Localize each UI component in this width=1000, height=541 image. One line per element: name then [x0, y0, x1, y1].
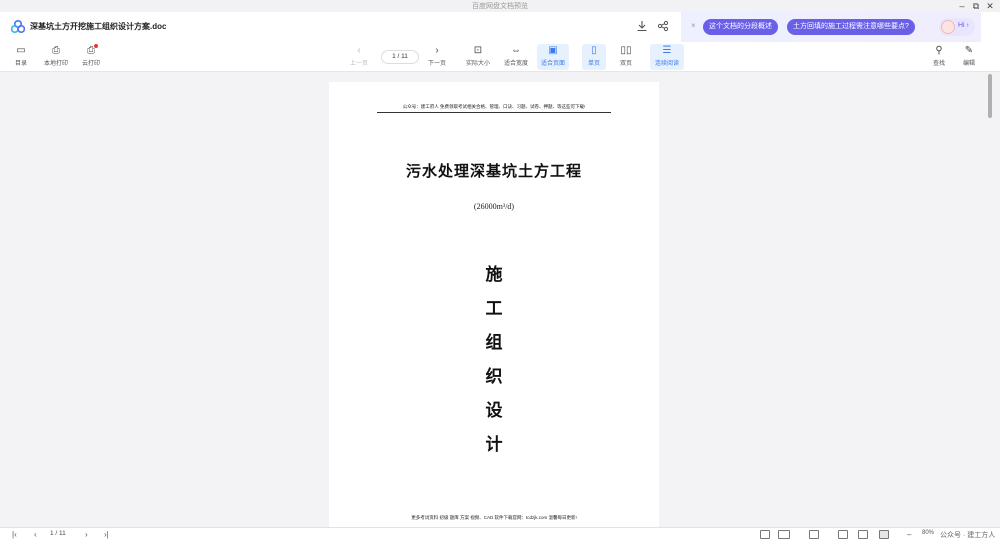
actual-size-label: 实际大小 — [465, 61, 490, 67]
document-heading: 污水处理深基坑土方工程 — [405, 162, 582, 180]
app-title: 百度网盘文档预览 — [472, 3, 528, 10]
cloud-printer-icon: ⎙ — [87, 45, 95, 56]
double-page-label: 双页 — [619, 61, 632, 67]
ai-greeting: Hi › — [958, 22, 969, 29]
notification-dot — [94, 44, 98, 48]
ai-close-button[interactable]: × — [691, 21, 696, 30]
actual-size-button[interactable]: ⊡ 实际大小 — [462, 44, 494, 70]
fit-page-button[interactable]: ▣ 适合页面 — [537, 44, 569, 70]
ai-assistant-panel: × 这个文档的分段概述 土方回填的施工过程需注意哪些要点? Hi › — [681, 12, 981, 42]
continuous-label: 连续阅读 — [654, 61, 679, 67]
capacity-subtitle: (26000m³/d) — [473, 202, 515, 211]
close-button[interactable]: ✕ — [982, 0, 998, 12]
ai-avatar-button[interactable]: Hi › — [939, 18, 975, 36]
title-bar: 百度网盘文档预览 – ⧉ ✕ — [0, 0, 1000, 12]
page-footer: 更多考试资料 初级 题库 方案 视频、CAD 软件下载官网：tcdzjk.com… — [411, 515, 577, 520]
status-bar: |‹ ‹ 1 / 11 › ›| – 80% — [0, 527, 1000, 541]
edit-label: 编辑 — [962, 61, 975, 67]
printer-icon: ⎙ — [52, 45, 60, 56]
chevron-right-icon: › — [435, 45, 439, 56]
vertical-title-char: 组 — [485, 333, 503, 353]
cloud-print-button[interactable]: ⎙ 云打印 — [78, 44, 104, 70]
find-button[interactable]: ⚲ 查找 — [928, 44, 950, 70]
double-page-button[interactable]: ▯▯ 双页 — [614, 44, 638, 70]
actual-size-icon: ⊡ — [473, 45, 483, 56]
download-icon[interactable] — [635, 20, 649, 34]
edit-button[interactable]: ✎ 编辑 — [958, 44, 980, 70]
document-page: 公众号：建工府人 免费领取考试相关合格、管理、口诀、习题、试卷、押题、等这些可下… — [329, 82, 659, 529]
vertical-title-char: 设 — [485, 401, 503, 421]
toc-label: 目录 — [14, 61, 27, 67]
fit-page-mode-icon[interactable] — [879, 530, 889, 539]
find-label: 查找 — [932, 61, 945, 67]
continuous-reading-button[interactable]: ☰ 连续阅读 — [650, 44, 684, 70]
chevron-left-icon: ‹ — [357, 45, 361, 56]
single-page-label: 单页 — [587, 61, 600, 67]
first-page-icon[interactable]: |‹ — [12, 529, 17, 541]
pencil-icon: ✎ — [964, 45, 974, 56]
ai-suggestion-chip[interactable]: 土方回填的施工过程需注意哪些要点? — [787, 19, 915, 35]
watermark-text: 公众号 · 建工方人 — [940, 532, 996, 539]
status-page-indicator: 1 / 11 — [50, 530, 66, 537]
fit-page-icon: ▣ — [548, 45, 558, 56]
prev-page-icon[interactable]: ‹ — [34, 529, 37, 541]
vertical-title-char: 计 — [485, 435, 503, 455]
document-title: 深基坑土方开挖施工组织设计方案.doc — [30, 22, 167, 31]
scrollbar-track[interactable] — [987, 72, 993, 527]
toc-button[interactable]: ▭ 目录 — [9, 44, 33, 70]
single-page-button[interactable]: ▯ 单页 — [582, 44, 606, 70]
prev-page-button[interactable]: ‹ 上一页 — [346, 44, 372, 70]
fit-width-label: 适合宽度 — [503, 61, 528, 67]
zoom-level[interactable]: 80% — [922, 530, 934, 536]
continuous-mode-icon[interactable] — [809, 530, 819, 539]
local-print-label: 本地打印 — [43, 61, 68, 67]
next-page-icon[interactable]: › — [85, 529, 88, 541]
share-icon[interactable] — [656, 20, 670, 34]
next-page-button[interactable]: › 下一页 — [424, 44, 450, 70]
fit-width-icon: ⇔ — [511, 45, 521, 56]
double-page-mode-icon[interactable] — [778, 530, 790, 539]
cloud-logo-icon — [11, 20, 25, 33]
search-icon: ⚲ — [935, 45, 943, 56]
fit-width-mode-icon[interactable] — [858, 530, 868, 539]
toc-icon: ▭ — [16, 45, 26, 56]
ai-suggestion-chip[interactable]: 这个文档的分段概述 — [703, 19, 778, 35]
next-page-label: 下一页 — [427, 61, 446, 67]
single-page-mode-icon[interactable] — [760, 530, 770, 539]
prev-page-label: 上一页 — [349, 61, 368, 67]
vertical-title-char: 施 — [485, 265, 503, 285]
page-indicator[interactable]: 1 / 11 — [381, 50, 419, 64]
vertical-title-char: 织 — [485, 367, 503, 387]
cloud-print-label: 云打印 — [81, 61, 100, 67]
zoom-out-icon[interactable]: – — [907, 529, 911, 541]
last-page-icon[interactable]: ›| — [104, 529, 109, 541]
local-print-button[interactable]: ⎙ 本地打印 — [40, 44, 72, 70]
fit-page-label: 适合页面 — [540, 61, 565, 67]
page-header: 公众号：建工府人 免费领取考试相关合格、管理、口诀、习题、试卷、押题、等这些可下… — [377, 104, 611, 113]
avatar-icon — [941, 20, 955, 34]
double-page-icon: ▯▯ — [620, 45, 632, 56]
vertical-title-char: 工 — [485, 299, 503, 319]
single-page-icon: ▯ — [591, 45, 597, 56]
continuous-icon: ☰ — [662, 45, 672, 56]
fit-width-button[interactable]: ⇔ 适合宽度 — [500, 44, 532, 70]
scrollbar-thumb[interactable] — [988, 74, 992, 118]
actual-size-mode-icon[interactable] — [838, 530, 848, 539]
